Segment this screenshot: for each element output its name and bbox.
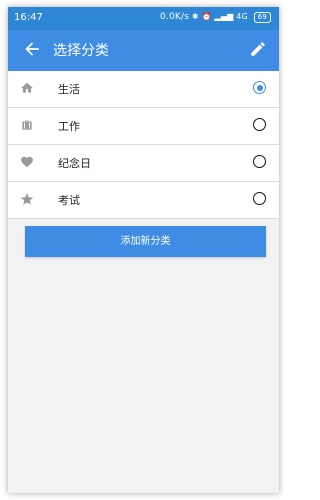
alarm-icon: ⏰ <box>201 12 212 21</box>
app-bar: 选择分类 <box>8 30 279 71</box>
phone-screen: 16:47 0.0K/s ✱ ⏰ ▂▄▆ 4G 69 选择分类 生活 工作 纪念… <box>8 7 279 493</box>
category-item-life[interactable]: 生活 <box>8 71 279 108</box>
radio-selected[interactable] <box>253 81 266 94</box>
category-label: 纪念日 <box>58 157 91 170</box>
status-time: 16:47 <box>14 12 43 23</box>
category-item-exam[interactable]: 考试 <box>8 182 279 219</box>
add-category-button[interactable]: 添加新分类 <box>25 226 266 257</box>
category-label: 工作 <box>58 120 80 133</box>
radio-unselected[interactable] <box>253 118 266 131</box>
category-list: 生活 工作 纪念日 考试 <box>8 71 279 219</box>
signal-icon: ▂▄▆ <box>214 12 234 21</box>
status-bar: 16:47 0.0K/s ✱ ⏰ ▂▄▆ 4G 69 <box>8 7 279 30</box>
network-speed: 0.0K/s <box>159 12 190 22</box>
home-icon <box>21 82 33 93</box>
briefcase-icon <box>22 120 32 130</box>
radio-unselected[interactable] <box>253 155 266 168</box>
page-title: 选择分类 <box>53 43 109 59</box>
category-label: 生活 <box>58 83 80 96</box>
status-icons: 0.0K/s ✱ ⏰ ▂▄▆ 4G 69 <box>160 12 271 23</box>
heart-icon <box>21 156 33 168</box>
category-item-work[interactable]: 工作 <box>8 108 279 145</box>
bluetooth-icon: ✱ <box>191 12 199 21</box>
network-type: 4G <box>236 12 248 21</box>
radio-unselected[interactable] <box>253 192 266 205</box>
category-label: 考试 <box>58 194 80 207</box>
arrow-left-icon[interactable] <box>22 39 42 59</box>
category-item-anniversary[interactable]: 纪念日 <box>8 145 279 182</box>
pencil-icon[interactable] <box>249 40 267 58</box>
star-icon <box>20 193 34 205</box>
battery-icon: 69 <box>253 12 271 23</box>
